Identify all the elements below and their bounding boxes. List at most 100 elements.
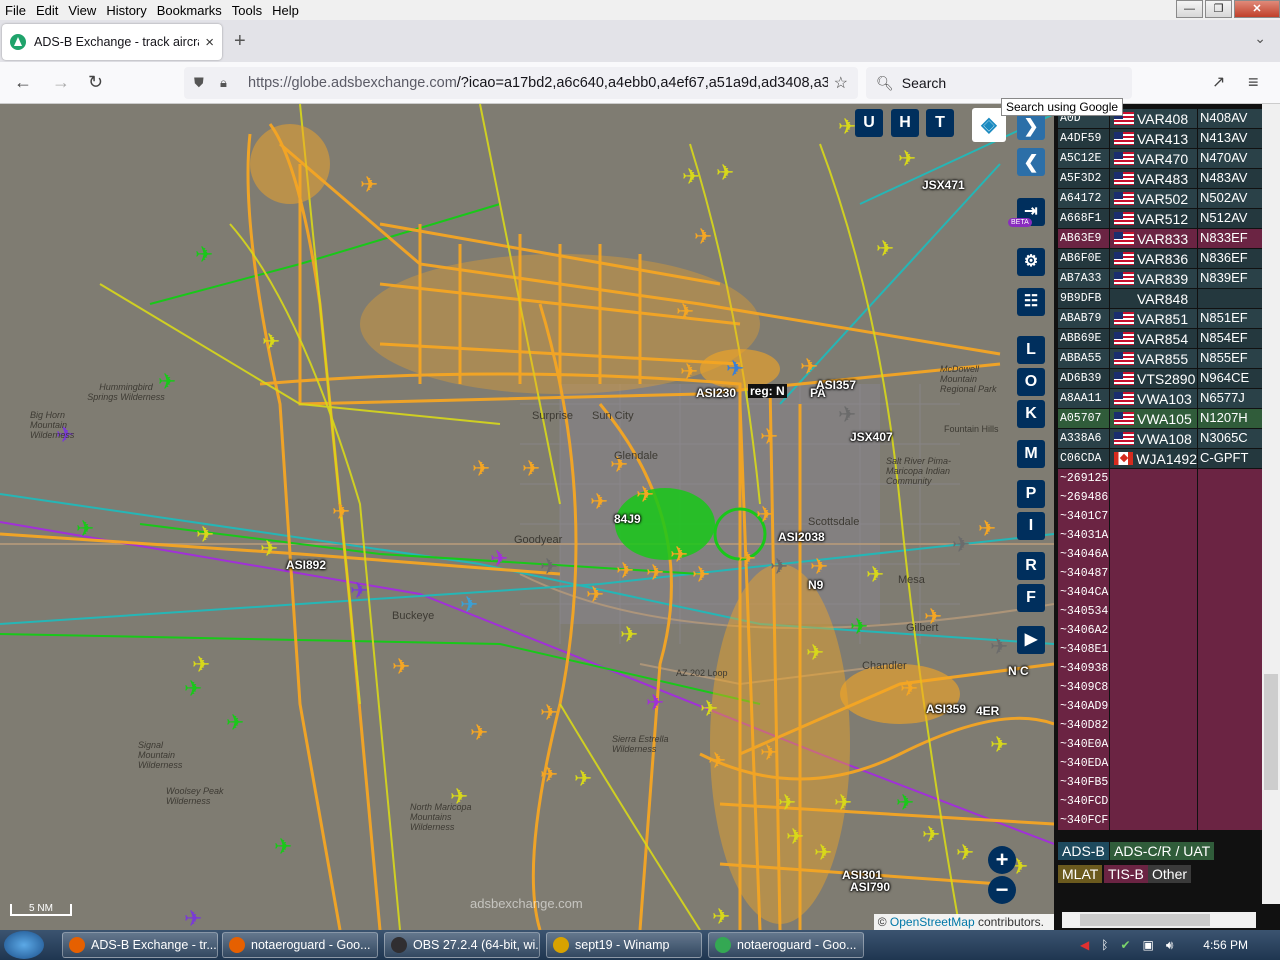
menu-file[interactable]: File (0, 3, 31, 18)
lock-icon[interactable]: 🔒︎ (220, 75, 236, 91)
aircraft-row[interactable]: AB63E9 VAR833 N833EF (1058, 229, 1262, 248)
taskbar-button[interactable]: notaeroguard - Goo... (222, 932, 378, 958)
menu-help[interactable]: Help (267, 3, 304, 18)
flight-label[interactable]: ASI230 (696, 386, 736, 400)
map-view[interactable]: ✈ ✈ ✈ ✈ ✈ ✈ ✈ ✈ ✈ ✈ ✈ ✈ ✈ ✈ ✈ ✈ ✈ ✈ ✈ ✈ … (0, 104, 1054, 930)
restore-button[interactable]: ❐ (1205, 0, 1232, 18)
aircraft-row[interactable]: ~3406A2 (1058, 621, 1262, 640)
tray-flag-icon[interactable]: ◀ (1080, 938, 1089, 952)
expand-panel-chevron-icon[interactable]: ❯ (1017, 112, 1045, 140)
aircraft-row[interactable]: C06CDA WJA1492 C-GPFT (1058, 449, 1262, 468)
menu-edit[interactable]: Edit (31, 3, 63, 18)
list-all-tabs-chevron-icon[interactable]: ⌄ (1254, 30, 1266, 47)
toggle-u-button[interactable]: U (855, 109, 883, 137)
toggle-l-button[interactable]: L (1017, 336, 1045, 364)
zoom-out-icon[interactable]: − (988, 876, 1016, 904)
taskbar-button[interactable]: ADS-B Exchange - tr... (62, 932, 218, 958)
aircraft-row[interactable]: A338A6 VWA108 N3065C (1058, 429, 1262, 448)
new-tab-button[interactable]: + (234, 30, 246, 53)
aircraft-row[interactable]: A5C12E VAR470 N470AV (1058, 149, 1262, 168)
aircraft-row[interactable]: AB6F0E VAR836 N836EF (1058, 249, 1262, 268)
flight-label[interactable]: JSX407 (850, 430, 893, 444)
toggle-h-button[interactable]: H (891, 109, 919, 137)
aircraft-row[interactable]: AB7A33 VAR839 N839EF (1058, 269, 1262, 288)
panel-horizontal-scrollbar[interactable] (1062, 912, 1256, 928)
aircraft-row[interactable]: ~340FB5 (1058, 773, 1262, 792)
taskbar-button[interactable]: notaeroguard - Goo... (708, 932, 864, 958)
flight-label[interactable]: ASI790 (850, 880, 890, 894)
flight-label[interactable]: JSX471 (922, 178, 965, 192)
aircraft-row[interactable]: ~3408E1 (1058, 640, 1262, 659)
aircraft-row[interactable]: AD6B39 VTS2890 N964CE (1058, 369, 1262, 388)
toggle-i-button[interactable]: I (1017, 512, 1045, 540)
extensions-icon[interactable]: ↗ (1212, 72, 1225, 92)
security-icon[interactable]: ✔ (1120, 938, 1130, 952)
legend-item[interactable]: ADS-C/R / UAT (1110, 842, 1215, 860)
tab-adsb-exchange[interactable]: ADS-B Exchange - track aircraft × (2, 24, 222, 60)
filter-icon[interactable]: ☷ (1017, 288, 1045, 316)
flight-label[interactable]: 84J9 (614, 512, 641, 526)
toggle-o-button[interactable]: O (1017, 368, 1045, 396)
aircraft-row[interactable]: A8AA11 VWA103 N6577J (1058, 389, 1262, 408)
clock[interactable]: 4:56 PM (1203, 938, 1248, 952)
aircraft-row[interactable]: ~340FCF (1058, 811, 1262, 830)
menu-bookmarks[interactable]: Bookmarks (152, 3, 227, 18)
aircraft-row[interactable]: ~340AD9 (1058, 697, 1262, 716)
close-window-button[interactable]: ✕ (1234, 0, 1280, 18)
toggle-p-button[interactable]: P (1017, 480, 1045, 508)
aircraft-row[interactable]: ~3404CA (1058, 583, 1262, 602)
legend-item[interactable]: MLAT (1058, 865, 1103, 883)
aircraft-row[interactable]: A05707 VWA105 N1207H (1058, 409, 1262, 428)
menu-tools[interactable]: Tools (227, 3, 267, 18)
aircraft-row[interactable]: A668F1 VAR512 N512AV (1058, 209, 1262, 228)
aircraft-row[interactable]: ~340EDA (1058, 754, 1262, 773)
zoom-in-icon[interactable]: + (988, 846, 1016, 874)
panel-vertical-scrollbar[interactable] (1262, 104, 1280, 904)
replay-icon[interactable]: ▶ (1017, 626, 1045, 654)
taskbar-button[interactable]: OBS 27.2.4 (64-bit, wi... (384, 932, 540, 958)
flight-label[interactable]: 4ER (976, 704, 999, 718)
hamburger-menu-icon[interactable]: ≡ (1248, 72, 1259, 93)
aircraft-row[interactable]: ~269125 (1058, 469, 1262, 488)
aircraft-row[interactable]: ~269486 (1058, 488, 1262, 507)
aircraft-row[interactable]: ~340D82 (1058, 716, 1262, 735)
aircraft-row[interactable]: ~340487 (1058, 564, 1262, 583)
toggle-r-button[interactable]: R (1017, 552, 1045, 580)
flight-label[interactable]: ASI2038 (778, 530, 825, 544)
back-arrow-icon[interactable]: ← (14, 72, 32, 93)
aircraft-row[interactable]: ABBA55 VAR855 N855EF (1058, 349, 1262, 368)
scrollbar-thumb[interactable] (1264, 674, 1278, 790)
toggle-t-button[interactable]: T (926, 109, 954, 137)
bluetooth-icon[interactable]: ᛒ (1101, 938, 1108, 952)
settings-gear-icon[interactable]: ⚙ (1017, 248, 1045, 276)
url-bar[interactable]: ⛊ 🔒︎ https://globe.adsbexchange.com/?ica… (184, 67, 858, 99)
bookmark-star-icon[interactable]: ☆ (834, 73, 848, 93)
forward-arrow-icon[interactable]: → (52, 72, 70, 93)
toggle-m-button[interactable]: M (1017, 440, 1045, 468)
aircraft-row[interactable]: 9B9DFB VAR848 (1058, 289, 1262, 308)
tracking-shield-icon[interactable]: ⛊ (194, 75, 210, 91)
aircraft-row[interactable]: ~3401C7 (1058, 507, 1262, 526)
search-box[interactable]: 🔍︎ Search (866, 67, 1132, 99)
aircraft-row[interactable]: ~3409C8 (1058, 678, 1262, 697)
aircraft-row[interactable]: ABAB79 VAR851 N851EF (1058, 309, 1262, 328)
aircraft-row[interactable]: ~340FCD (1058, 792, 1262, 811)
flight-label[interactable]: ASI892 (286, 558, 326, 572)
reload-icon[interactable]: ↻ (88, 72, 103, 93)
legend-item[interactable]: ADS-B (1058, 842, 1109, 860)
collapse-panel-chevron-icon[interactable]: ❮ (1017, 148, 1045, 176)
legend-item[interactable]: Other (1148, 865, 1192, 883)
legend-item[interactable]: TIS-B (1104, 865, 1148, 883)
scrollbar-thumb[interactable] (1080, 914, 1210, 926)
url-text[interactable]: https://globe.adsbexchange.com/?icao=a17… (248, 75, 828, 91)
flight-label[interactable]: N9 (808, 578, 823, 592)
openstreetmap-link[interactable]: OpenStreetMap (890, 915, 975, 929)
network-icon[interactable]: ▣ (1143, 938, 1154, 952)
menu-history[interactable]: History (101, 3, 151, 18)
windows-start-icon[interactable] (4, 931, 44, 959)
flight-label[interactable]: N C (1008, 664, 1029, 678)
menu-view[interactable]: View (63, 3, 101, 18)
aircraft-row[interactable]: ~340534 (1058, 602, 1262, 621)
flight-label[interactable]: reg: N (748, 384, 787, 398)
aircraft-row[interactable]: ~340938 (1058, 659, 1262, 678)
